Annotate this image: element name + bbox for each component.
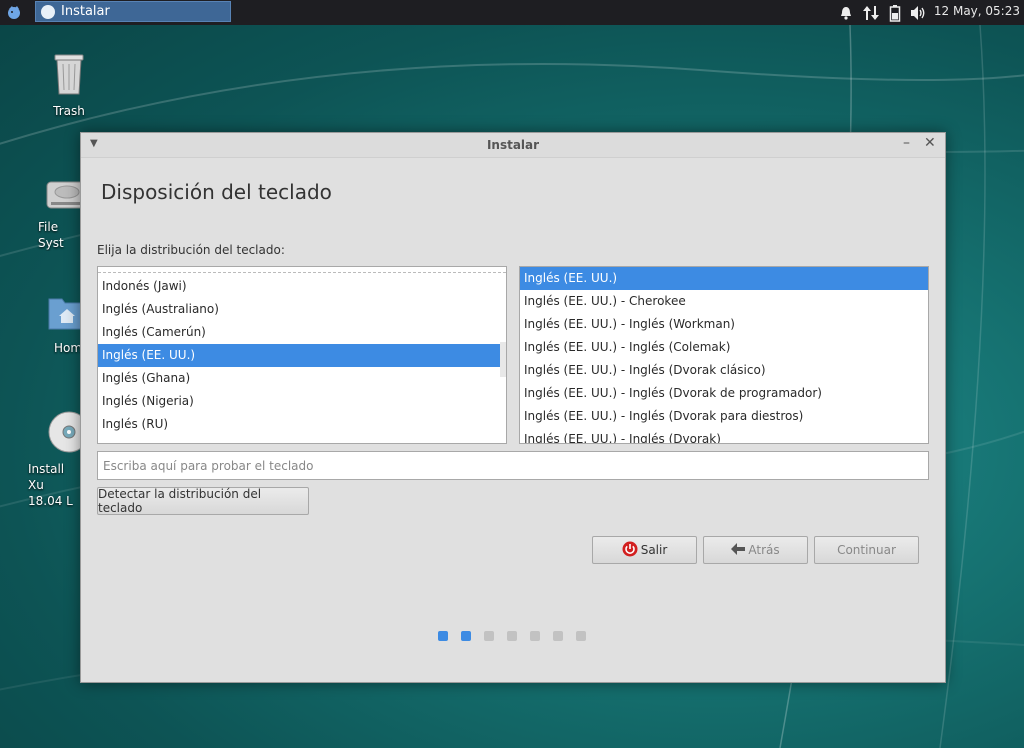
- installer-window: ▼ Instalar – ✕ Disposición del teclado E…: [80, 132, 946, 683]
- taskbar-item-label: Instalar: [61, 4, 110, 19]
- progress-step: [507, 631, 517, 641]
- window-titlebar[interactable]: ▼ Instalar – ✕: [81, 133, 945, 158]
- progress-step: [530, 631, 540, 641]
- progress-indicator: [438, 631, 586, 641]
- variant-list[interactable]: Inglés (EE. UU.) Inglés (EE. UU.) - Chero…: [519, 266, 929, 444]
- power-icon: [622, 541, 638, 560]
- desktop-icon-label: Trash: [53, 104, 85, 118]
- desktop-icon-home[interactable]: Hom: [15, 293, 85, 356]
- whisker-menu-icon[interactable]: [4, 3, 24, 21]
- volume-icon[interactable]: [910, 0, 928, 25]
- installer-icon: [41, 5, 55, 19]
- battery-icon[interactable]: [889, 0, 901, 25]
- taskbar-item-instalar[interactable]: Instalar: [35, 1, 231, 22]
- clock[interactable]: 12 May, 05:23: [934, 4, 1020, 18]
- trash-icon: [54, 54, 84, 95]
- variant-list-item[interactable]: Inglés (EE. UU.): [520, 267, 928, 290]
- variant-list-item[interactable]: Inglés (EE. UU.) - Inglés (Dvorak): [520, 428, 928, 443]
- layout-list-item[interactable]: Inglés (Ghana): [98, 367, 506, 390]
- layout-list-item[interactable]: Indonés (Jawi): [98, 275, 506, 298]
- layout-prompt: Elija la distribución del teclado:: [97, 243, 285, 257]
- minimize-icon[interactable]: –: [903, 135, 910, 151]
- variant-list-item[interactable]: Inglés (EE. UU.) - Inglés (Dvorak de pro…: [520, 382, 928, 405]
- continue-label: Continuar: [837, 543, 896, 557]
- detect-layout-label: Detectar la distribución del teclado: [98, 487, 262, 515]
- variant-list-item[interactable]: Inglés (EE. UU.) - Inglés (Workman): [520, 313, 928, 336]
- network-icon[interactable]: [862, 0, 880, 25]
- layout-list-item[interactable]: Inglés (Australiano): [98, 298, 506, 321]
- variant-list-item[interactable]: Inglés (EE. UU.) - Inglés (Dvorak para d…: [520, 405, 928, 428]
- top-panel: Instalar 12 May, 05:23: [0, 0, 1024, 25]
- close-icon[interactable]: ✕: [924, 135, 936, 151]
- variant-list-item[interactable]: Inglés (EE. UU.) - Inglés (Colemak): [520, 336, 928, 359]
- arrow-left-icon: [731, 542, 746, 558]
- list-item-partial: [98, 267, 506, 272]
- progress-step: [438, 631, 448, 641]
- layout-list[interactable]: Indonés (Jawi) Inglés (Australiano) Inglés…: [97, 266, 507, 444]
- quit-button[interactable]: Salir: [592, 536, 697, 564]
- scrollbar-thumb[interactable]: [500, 342, 506, 377]
- window-title: Instalar: [486, 138, 540, 152]
- layout-list-item[interactable]: Inglés (EE. UU.): [98, 344, 506, 367]
- desktop-icon-label: File Syst: [38, 220, 64, 250]
- variant-list-item[interactable]: Inglés (EE. UU.) - Cherokee: [520, 290, 928, 313]
- progress-step: [576, 631, 586, 641]
- desktop-icon-trash[interactable]: Trash: [19, 50, 119, 119]
- hard-drive-icon: [46, 181, 85, 209]
- list-divider: [98, 272, 506, 273]
- back-label: Atrás: [748, 543, 780, 557]
- layout-list-item[interactable]: Inglés (Camerún): [98, 321, 506, 344]
- desktop-icon-file-system[interactable]: File Syst: [15, 172, 85, 251]
- layout-list-item[interactable]: Inglés (Nigeria): [98, 390, 506, 413]
- bell-icon[interactable]: [838, 0, 854, 25]
- continue-button[interactable]: Continuar: [814, 536, 919, 564]
- variant-list-item[interactable]: Inglés (EE. UU.) - Inglés (Dvorak clásic…: [520, 359, 928, 382]
- cd-icon: [48, 411, 80, 453]
- quit-label: Salir: [640, 543, 668, 557]
- progress-step: [553, 631, 563, 641]
- layout-list-item[interactable]: Inglés (RU): [98, 413, 506, 436]
- progress-step: [461, 631, 471, 641]
- progress-step: [484, 631, 494, 641]
- detect-layout-button[interactable]: Detectar la distribución del teclado: [97, 487, 309, 515]
- page-title: Disposición del teclado: [101, 180, 332, 204]
- desktop-icon-label: Install Xu 18.04 L: [28, 462, 73, 508]
- desktop-icon-installer[interactable]: Install Xu 18.04 L: [15, 410, 80, 509]
- keyboard-test-input[interactable]: [97, 451, 929, 480]
- back-button[interactable]: Atrás: [703, 536, 808, 564]
